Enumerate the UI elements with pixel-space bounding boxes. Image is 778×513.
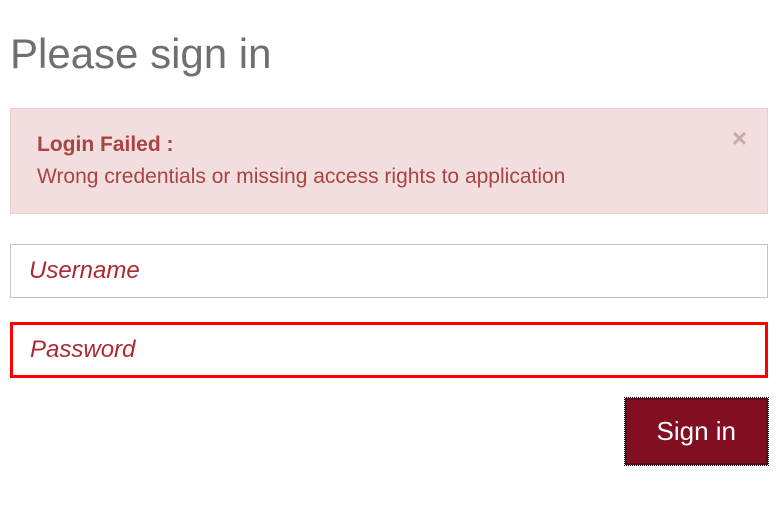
password-field[interactable] bbox=[10, 322, 768, 378]
username-field[interactable] bbox=[10, 244, 768, 298]
login-failed-alert: Login Failed : Wrong credentials or miss… bbox=[10, 108, 768, 214]
button-row: Sign in bbox=[10, 398, 768, 465]
alert-message: Wrong credentials or missing access righ… bbox=[37, 165, 715, 189]
signin-button[interactable]: Sign in bbox=[625, 398, 769, 465]
page-title: Please sign in bbox=[10, 30, 768, 78]
alert-title: Login Failed : bbox=[37, 133, 715, 157]
close-icon[interactable]: × bbox=[732, 125, 747, 151]
